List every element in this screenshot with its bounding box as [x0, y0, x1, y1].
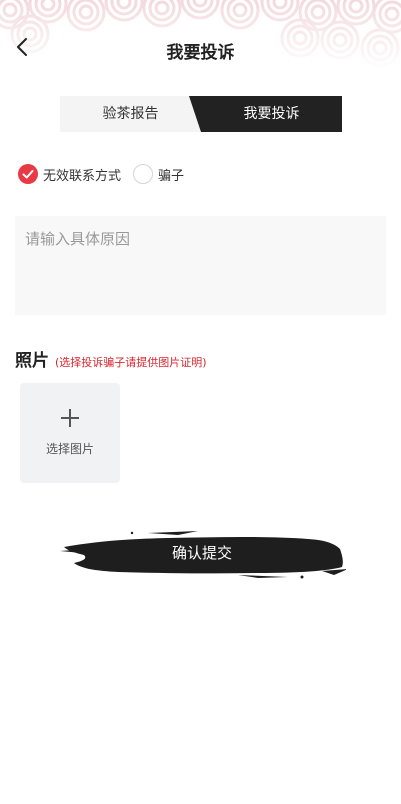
tab-complaint[interactable]: 我要投诉	[189, 96, 342, 132]
photo-title: 照片	[15, 351, 49, 371]
tab-tea-report[interactable]: 验茶报告	[60, 96, 201, 132]
radio-label: 骗子	[158, 168, 185, 184]
tab-label: 我要投诉	[243, 106, 300, 122]
plus-icon	[61, 409, 79, 427]
tab-bar: 验茶报告 我要投诉	[60, 96, 342, 132]
page-title: 我要投诉	[166, 43, 235, 63]
radio-scammer[interactable]: 骗子	[133, 164, 184, 184]
photo-hint: (选择投诉骗子请提供图片证明)	[55, 356, 207, 369]
radio-label: 无效联系方式	[43, 168, 122, 184]
reason-input[interactable]	[15, 216, 386, 315]
photo-section-heading: 照片 (选择投诉骗子请提供图片证明)	[15, 346, 207, 371]
tab-label: 验茶报告	[102, 106, 159, 122]
radio-checked-icon	[18, 164, 38, 184]
complaint-type-group: 无效联系方式 骗子	[18, 162, 196, 186]
select-image-label: 选择图片	[45, 442, 94, 456]
radio-invalid-contact[interactable]: 无效联系方式	[18, 164, 121, 184]
submit-button[interactable]: 确认提交	[58, 527, 346, 581]
submit-label: 确认提交	[171, 544, 232, 562]
select-image-button[interactable]: 选择图片	[20, 383, 120, 483]
radio-unchecked-icon	[133, 164, 154, 184]
nav-bar: 我要投诉	[0, 30, 401, 70]
